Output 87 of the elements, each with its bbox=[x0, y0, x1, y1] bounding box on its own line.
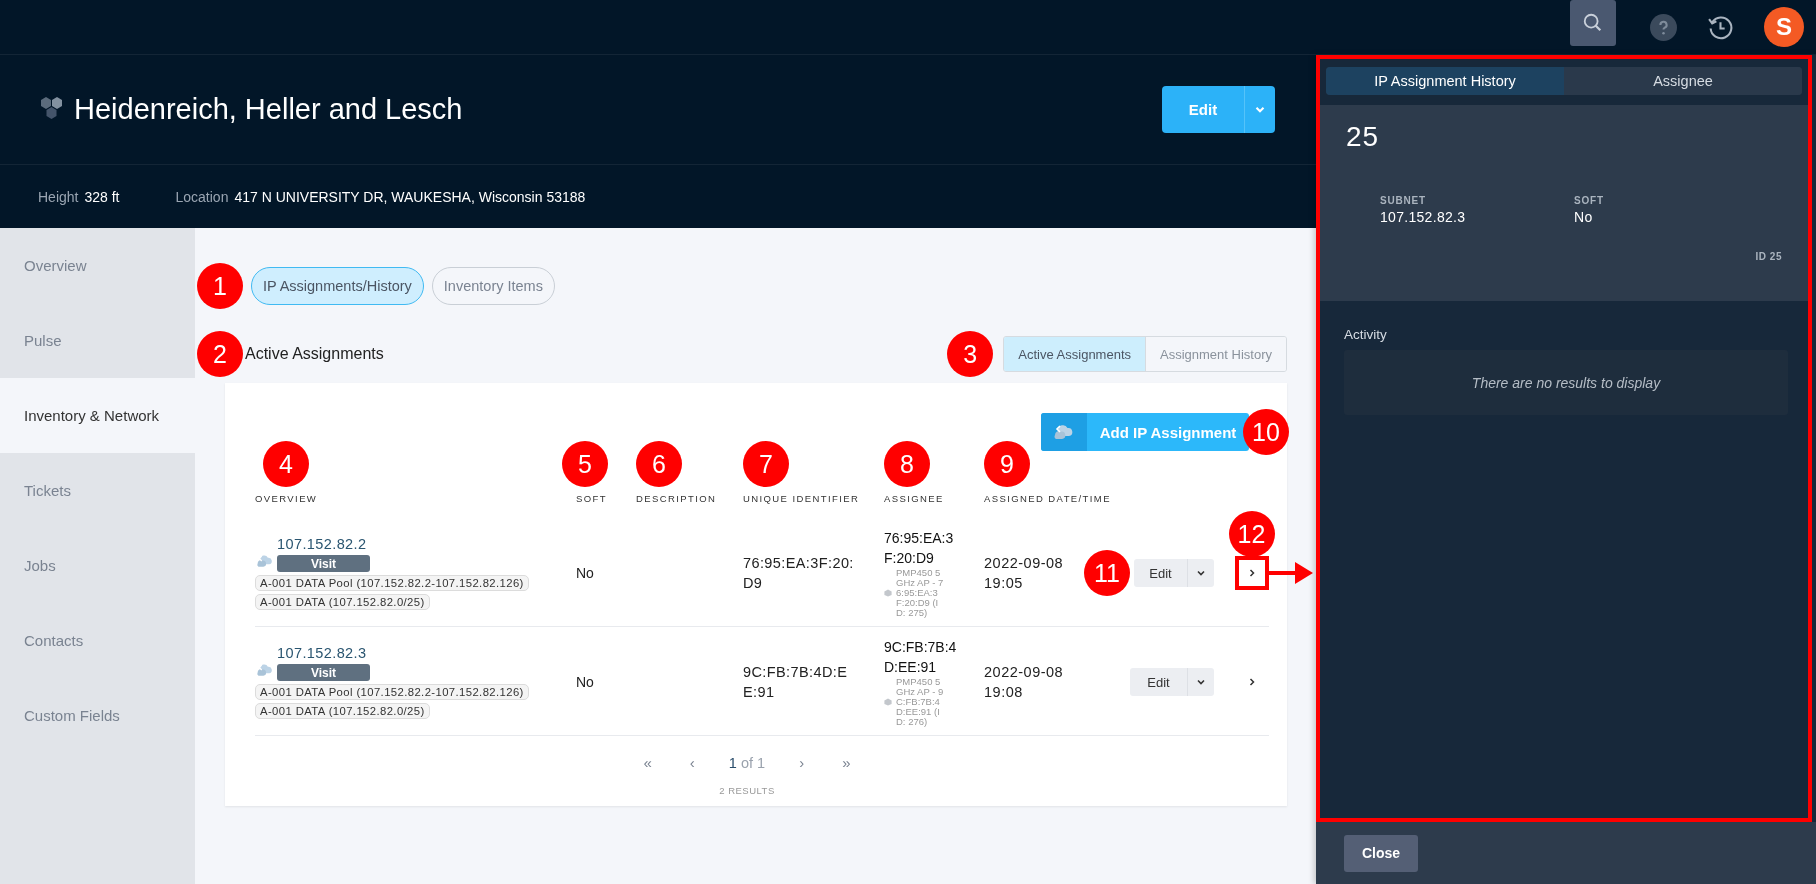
fact-label: Location bbox=[175, 188, 229, 205]
sidebar-item[interactable]: Overview bbox=[0, 228, 195, 303]
results-count: 2 RESULTS bbox=[718, 785, 776, 796]
assignee-device[interactable]: PMP450 5GHz AP - 9C:FB:7B:4D:EE:91 (ID: 276) bbox=[896, 677, 946, 727]
assignee-id: 76:95:EA:3F:20:D9 bbox=[884, 529, 955, 568]
assignee-id: 9C:FB:7B:4D:EE:91 bbox=[884, 638, 958, 677]
history-icon[interactable] bbox=[1707, 13, 1734, 41]
edit-button[interactable]: Edit bbox=[1130, 674, 1187, 690]
sidebar-item[interactable]: Custom Fields bbox=[0, 678, 195, 753]
page-count: of 1 bbox=[740, 754, 766, 771]
fact-value: 328 ft bbox=[84, 188, 120, 205]
filter-pill[interactable]: Inventory Items bbox=[431, 267, 555, 305]
column-header: ASSIGNED DATE/TIME bbox=[984, 493, 1111, 504]
table-cell-text: No bbox=[576, 565, 595, 581]
previous-page-button[interactable]: ‹ bbox=[685, 754, 699, 771]
page-title: Heidenreich, Heller and Lesch bbox=[74, 93, 464, 126]
cloud-sync-icon bbox=[255, 661, 275, 679]
step-marker: 5 bbox=[562, 441, 608, 487]
page-number: 1 bbox=[728, 754, 737, 771]
search-button[interactable] bbox=[1570, 0, 1616, 46]
column-header: UNIQUE IDENTIFIER bbox=[743, 493, 860, 504]
close-button[interactable]: Close bbox=[1344, 834, 1418, 872]
ip-address[interactable]: 107.152.82.3 bbox=[277, 645, 370, 661]
fact-value: 417 N UNIVERSITY DR, WAUKESHA, Wisconsin 53188 bbox=[234, 188, 586, 205]
empty-state: There are no results to display bbox=[1344, 350, 1788, 415]
column-header: SOFT bbox=[576, 493, 607, 504]
table-cell-text: No bbox=[576, 674, 595, 690]
next-page-button[interactable]: › bbox=[795, 754, 809, 771]
record-title: 25 bbox=[1346, 121, 1381, 153]
step-marker: 6 bbox=[636, 441, 682, 487]
step-marker: 9 bbox=[984, 441, 1030, 487]
cube-icon bbox=[884, 698, 892, 706]
search-icon[interactable] bbox=[1582, 12, 1604, 34]
ip-address[interactable]: 107.152.82.2 bbox=[277, 536, 370, 552]
cube-icon bbox=[884, 589, 892, 597]
fact-label: Height bbox=[38, 188, 79, 205]
step-marker: 1 bbox=[197, 263, 243, 309]
last-page-button[interactable]: » bbox=[838, 754, 855, 771]
step-marker: 3 bbox=[947, 331, 994, 377]
step-marker: 8 bbox=[884, 441, 930, 487]
visit-badge[interactable]: Visit bbox=[277, 664, 370, 681]
edit-split-button[interactable]: Edit bbox=[1134, 559, 1214, 587]
user-avatar[interactable]: S bbox=[1764, 7, 1804, 47]
edit-button[interactable]: Edit bbox=[1162, 101, 1244, 118]
sidebar-item[interactable]: Contacts bbox=[0, 603, 195, 678]
edit-button[interactable]: Edit bbox=[1134, 565, 1187, 581]
panel-tab[interactable]: IP Assignment History bbox=[1326, 67, 1564, 95]
field-value: No bbox=[1574, 209, 1594, 225]
table-cell-text: 2022-09-08 19:08 bbox=[984, 663, 1065, 702]
add-ip-assignment-button[interactable]: Add IP Assignment bbox=[1041, 413, 1249, 451]
step-marker: 2 bbox=[197, 331, 243, 377]
view-tab[interactable]: Active Assignments bbox=[1004, 337, 1146, 371]
pool-tag: A-001 DATA (107.152.82.0/25) bbox=[255, 703, 430, 719]
column-header: DESCRIPTION bbox=[636, 493, 717, 504]
record-id: ID 25 bbox=[1755, 251, 1782, 262]
table-cell-text: 9C:FB:7B:4D:EE:91 bbox=[743, 663, 849, 702]
cloud-sync-icon bbox=[255, 552, 275, 570]
assignee-device[interactable]: PMP450 5GHz AP - 76:95:EA:3F:20:D9 (ID: 275) bbox=[896, 568, 946, 618]
edit-split-button[interactable]: Edit bbox=[1162, 86, 1275, 133]
step-marker: 4 bbox=[263, 441, 309, 487]
sidebar-item[interactable]: Pulse bbox=[0, 303, 195, 378]
field-label: SOFT bbox=[1574, 195, 1605, 206]
edit-split-button[interactable]: Edit bbox=[1130, 668, 1214, 696]
pool-tag: A-001 DATA (107.152.82.0/25) bbox=[255, 594, 430, 610]
activity-title: Activity bbox=[1344, 327, 1388, 342]
pool-tag: A-001 DATA Pool (107.152.82.2-107.152.82.126) bbox=[255, 575, 529, 591]
column-header: ASSIGNEE bbox=[884, 493, 944, 504]
table-cell-text: 76:95:EA:3F:20:D9 bbox=[743, 554, 855, 593]
visit-badge[interactable]: Visit bbox=[277, 555, 370, 572]
open-row-button[interactable] bbox=[1234, 556, 1269, 590]
section-title: Active Assignments bbox=[245, 345, 384, 363]
sidebar-item[interactable]: Jobs bbox=[0, 528, 195, 603]
field-value: 107.152.82.3 bbox=[1380, 209, 1467, 225]
step-marker: 11 bbox=[1084, 550, 1130, 596]
column-header: OVERVIEW bbox=[255, 493, 318, 504]
sidebar-item[interactable]: Inventory & Network bbox=[0, 378, 195, 453]
field-label: SUBNET bbox=[1380, 195, 1427, 206]
filter-pill[interactable]: IP Assignments/History bbox=[251, 267, 424, 305]
help-icon[interactable] bbox=[1650, 13, 1677, 41]
sidebar-item[interactable]: Tickets bbox=[0, 453, 195, 528]
table-cell-text: 2022-09-08 19:05 bbox=[984, 554, 1065, 593]
first-page-button[interactable]: « bbox=[639, 754, 656, 771]
pool-tag: A-001 DATA Pool (107.152.82.2-107.152.82.126) bbox=[255, 684, 529, 700]
step-marker: 12 bbox=[1228, 511, 1275, 557]
pointer-arrow bbox=[1268, 560, 1313, 586]
step-marker: 7 bbox=[743, 441, 789, 487]
step-marker: 10 bbox=[1243, 409, 1289, 455]
